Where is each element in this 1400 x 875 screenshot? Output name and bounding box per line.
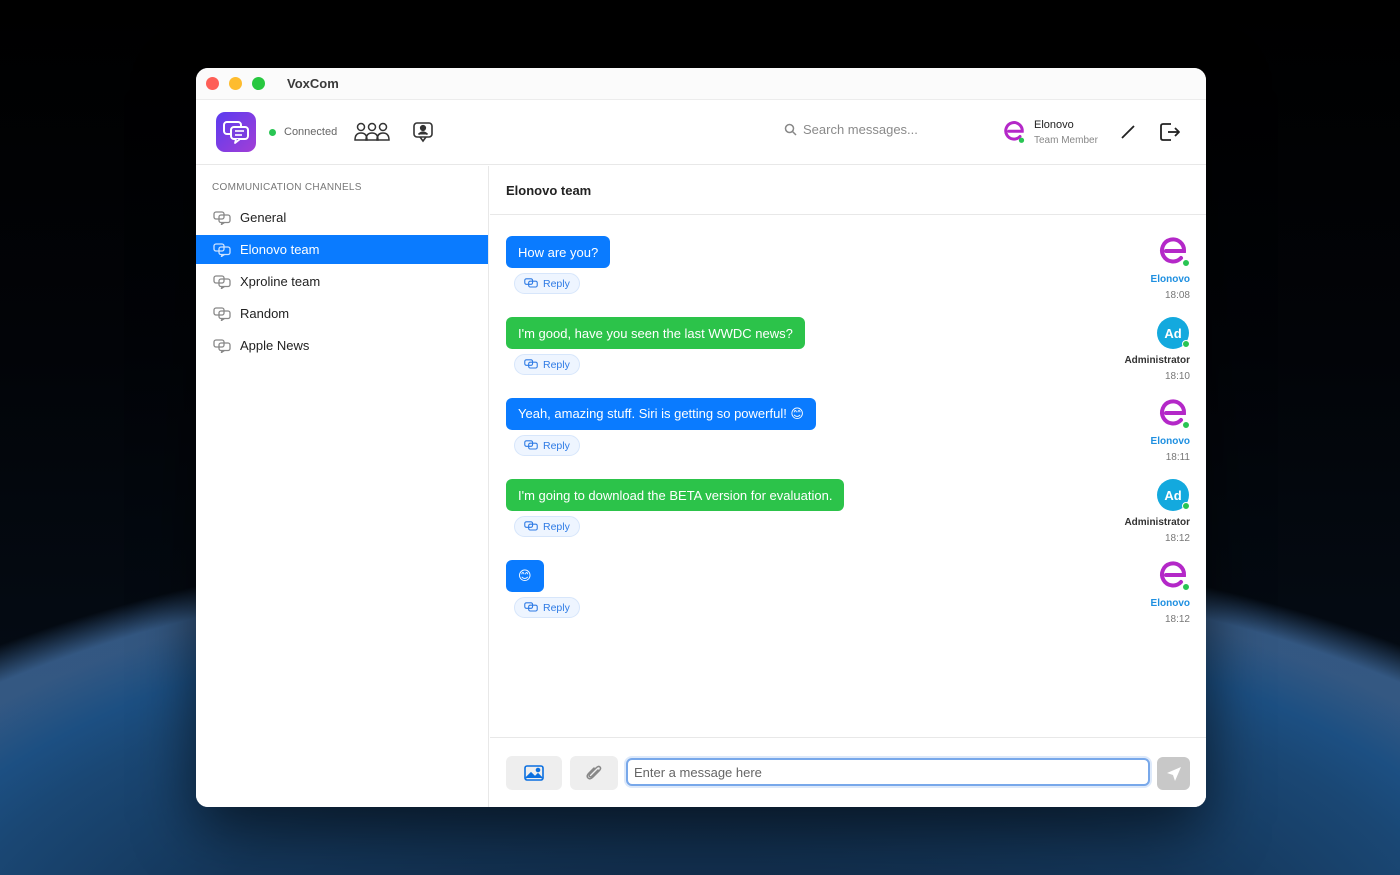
sender-name: Elonovo [1150, 598, 1190, 609]
channel-random[interactable]: Random [196, 299, 488, 328]
reply-label: Reply [543, 520, 570, 533]
online-indicator [1182, 259, 1190, 267]
channel-label: Apple News [240, 338, 310, 353]
user-name: Elonovo [1034, 119, 1074, 131]
close-window-button[interactable] [206, 77, 219, 90]
toolbar: Connected Search messages... Elonovo Tea… [196, 100, 1206, 165]
minimize-window-button[interactable] [229, 77, 242, 90]
reply-icon [524, 521, 538, 531]
contact-icon[interactable] [412, 121, 434, 143]
app-logo [216, 112, 256, 152]
message-bubble: How are you? [506, 236, 611, 268]
paperclip-icon [586, 765, 602, 780]
message-item: Yeah, amazing stuff. Siri is getting so … [490, 398, 1206, 479]
chat-bubbles-icon [213, 210, 231, 225]
message-time: 18:12 [1164, 533, 1190, 544]
reply-icon [524, 278, 538, 288]
chat-panel: Elonovo team How are you? Reply Elonovo … [490, 166, 1206, 807]
chat-logo-icon [223, 121, 249, 144]
online-indicator [1182, 421, 1190, 429]
chat-title: Elonovo team [490, 166, 1206, 215]
reply-icon [524, 440, 538, 450]
channel-general[interactable]: General [196, 203, 488, 232]
message-bubble: Yeah, amazing stuff. Siri is getting so … [506, 398, 816, 430]
sender-avatar[interactable]: Ad [1157, 479, 1190, 511]
sender-name: Elonovo [1150, 436, 1190, 447]
sender-avatar[interactable]: Ad [1157, 317, 1190, 349]
user-role: Team Member [1034, 135, 1098, 146]
message-item: 😊 Reply Elonovo 18:12 [490, 560, 1206, 641]
team-icon[interactable] [354, 120, 390, 144]
channel-label: Random [240, 306, 290, 321]
window-title: VoxCom [287, 76, 339, 91]
reply-button[interactable]: Reply [514, 597, 580, 618]
message-time: 18:08 [1164, 290, 1190, 301]
message-bubble: I'm good, have you seen the last WWDC ne… [506, 317, 805, 349]
send-button[interactable] [1157, 757, 1190, 790]
sender-name: Administrator [1124, 355, 1190, 366]
sender-name: Administrator [1124, 517, 1190, 528]
channel-label: Elonovo team [240, 242, 320, 257]
chat-bubbles-icon [213, 274, 231, 289]
message-composer [490, 737, 1206, 807]
channel-label: General [240, 210, 287, 225]
reply-button[interactable]: Reply [514, 435, 580, 456]
app-window: VoxCom Connected Search messages... Elon… [196, 68, 1206, 807]
search-icon [784, 123, 797, 136]
message-item: I'm going to download the BETA version f… [490, 479, 1206, 560]
attach-image-button[interactable] [506, 756, 562, 790]
channel-apple-news[interactable]: Apple News [196, 331, 488, 360]
avatar-initials: Ad [1164, 325, 1182, 341]
sender-avatar[interactable] [1157, 236, 1190, 268]
reply-icon [524, 602, 538, 612]
online-indicator [1182, 340, 1190, 348]
message-item: How are you? Reply Elonovo 18:08 [490, 236, 1206, 317]
sender-avatar[interactable] [1157, 398, 1190, 430]
elonovo-logo-icon [1004, 121, 1025, 143]
message-time: 18:12 [1164, 614, 1190, 625]
connection-status-dot [269, 129, 276, 136]
channel-elonovo-team[interactable]: Elonovo team [196, 235, 488, 264]
logout-icon[interactable] [1158, 120, 1182, 144]
message-input[interactable] [626, 758, 1150, 786]
send-icon [1166, 766, 1181, 781]
reply-label: Reply [543, 277, 570, 290]
zoom-window-button[interactable] [252, 77, 265, 90]
sender-name: Elonovo [1150, 274, 1190, 285]
reply-button[interactable]: Reply [514, 273, 580, 294]
online-indicator [1182, 502, 1190, 510]
online-indicator [1182, 583, 1190, 591]
channel-sidebar: COMMUNICATION CHANNELS General Elonovo t… [196, 166, 489, 807]
chat-bubbles-icon [213, 242, 231, 257]
avatar-initials: Ad [1164, 487, 1182, 503]
sidebar-heading: COMMUNICATION CHANNELS [212, 182, 362, 193]
reply-icon [524, 359, 538, 369]
message-time: 18:10 [1164, 371, 1190, 382]
message-item: I'm good, have you seen the last WWDC ne… [490, 317, 1206, 398]
title-bar: VoxCom [196, 68, 1206, 100]
message-bubble: I'm going to download the BETA version f… [506, 479, 845, 511]
sender-avatar[interactable] [1157, 560, 1190, 592]
attach-file-button[interactable] [570, 756, 618, 790]
user-avatar[interactable] [1002, 119, 1026, 145]
reply-label: Reply [543, 358, 570, 371]
connection-status: Connected [284, 126, 338, 138]
reply-button[interactable]: Reply [514, 354, 580, 375]
channel-label: Xproline team [240, 274, 321, 289]
channel-xproline-team[interactable]: Xproline team [196, 267, 488, 296]
image-icon [524, 765, 544, 781]
reply-button[interactable]: Reply [514, 516, 580, 537]
message-bubble: 😊 [506, 560, 544, 592]
search-input[interactable] [803, 122, 943, 137]
chat-bubbles-icon [213, 306, 231, 321]
search-box[interactable] [784, 122, 954, 137]
reply-label: Reply [543, 601, 570, 614]
message-time: 18:11 [1165, 452, 1190, 463]
pencil-icon[interactable] [1118, 122, 1138, 142]
reply-label: Reply [543, 439, 570, 452]
chat-bubbles-icon [213, 338, 231, 353]
